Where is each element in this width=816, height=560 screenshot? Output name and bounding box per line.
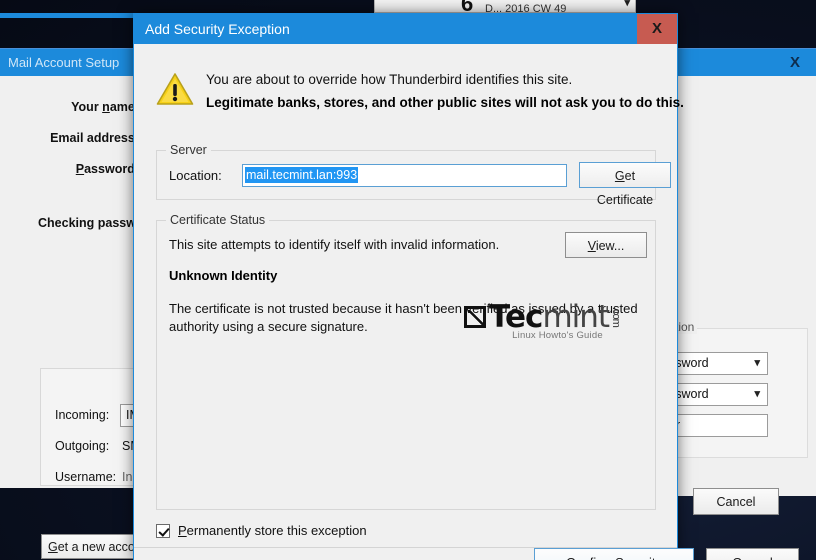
certificate-identity-heading: Unknown Identity (169, 268, 278, 283)
label-username: Username: (55, 470, 117, 484)
account-settings-window[interactable]: X tion ssword ▾ ssword ▾ er Cancel (663, 48, 816, 515)
server-groupbox: Server Location: mail.tecmint.lan:993 Ge… (156, 143, 671, 207)
dialog-close-button[interactable]: X (637, 14, 677, 44)
account-settings-titlebar[interactable]: X (673, 49, 816, 76)
label-your-name: Your name: (71, 100, 139, 114)
account-settings-close-button[interactable]: X (774, 49, 816, 76)
add-security-exception-dialog[interactable]: Add Security Exception X You are about t… (133, 13, 799, 560)
get-certificate-button[interactable]: Get Certificate (579, 162, 671, 207)
warning-triangle-icon (156, 70, 198, 111)
chevron-down-icon[interactable]: ▾ (624, 0, 630, 9)
label-incoming: Incoming: (55, 408, 110, 422)
mail-account-setup-title: Mail Account Setup (8, 55, 120, 70)
dialog-body: You are about to override how Thunderbir… (134, 44, 799, 560)
cancel-button-right-window[interactable]: Cancel (693, 488, 779, 515)
checking-password-status: Checking passw (38, 216, 136, 230)
mail-account-setup-body: Your name: Email address: Password: Chec… (0, 76, 173, 559)
outgoing-auth-select[interactable]: ssword ▾ (663, 383, 768, 406)
label-email-address: Email address: (50, 131, 139, 145)
incoming-auth-select[interactable]: ssword ▾ (663, 352, 768, 375)
chevron-down-icon[interactable]: ▾ (754, 353, 760, 374)
chevron-down-icon[interactable]: ▾ (754, 384, 760, 405)
location-input[interactable]: mail.tecmint.lan:993 (242, 164, 567, 187)
dialog-titlebar[interactable]: Add Security Exception X (134, 14, 677, 44)
dialog-title: Add Security Exception (145, 21, 290, 37)
screen-root: 6 D... 2016 CW 49 ▾ Mail Account Setup Y… (0, 0, 816, 560)
calendar-meta-text: D... 2016 CW 49 (485, 3, 567, 13)
calendar-widget-partial[interactable]: 6 D... 2016 CW 49 ▾ (374, 0, 636, 13)
username-field[interactable]: er (663, 414, 768, 437)
warning-header: You are about to override how Thunderbir… (134, 70, 684, 113)
certificate-status-group-title: Certificate Status (166, 213, 270, 227)
calendar-day-number: 6 (461, 0, 474, 13)
permanently-store-label: Permanently store this exception (178, 523, 367, 538)
label-password: Password: (75, 162, 139, 176)
location-label: Location: (169, 168, 222, 183)
warning-text-block: You are about to override how Thunderbir… (198, 70, 684, 113)
confirm-security-exception-button[interactable]: Confirm Security Exception (534, 548, 694, 560)
view-certificate-button[interactable]: View... (565, 232, 647, 258)
warning-line-2: Legitimate banks, stores, and other publ… (206, 95, 684, 110)
mail-account-setup-window[interactable]: Mail Account Setup Your name: Email addr… (0, 48, 173, 559)
certificate-detail-text: The certificate is not trusted because i… (169, 301, 638, 334)
permanently-store-checkbox[interactable] (156, 523, 170, 538)
mail-account-setup-titlebar[interactable]: Mail Account Setup (0, 49, 147, 76)
warning-line-1: You are about to override how Thunderbir… (206, 72, 573, 87)
certificate-status-groupbox: Certificate Status This site attempts to… (156, 213, 656, 510)
dialog-cancel-button[interactable]: Cancel (706, 548, 799, 560)
permanently-store-exception-row[interactable]: Permanently store this exception (156, 523, 367, 538)
username-value: In (122, 470, 133, 484)
label-outgoing: Outgoing: (55, 439, 110, 453)
certificate-status-summary: This site attempts to identify itself wi… (169, 237, 500, 252)
server-group-title: Server (166, 143, 211, 157)
location-input-value: mail.tecmint.lan:993 (245, 167, 359, 183)
account-settings-body: tion ssword ▾ ssword ▾ er Cancel (663, 76, 816, 515)
